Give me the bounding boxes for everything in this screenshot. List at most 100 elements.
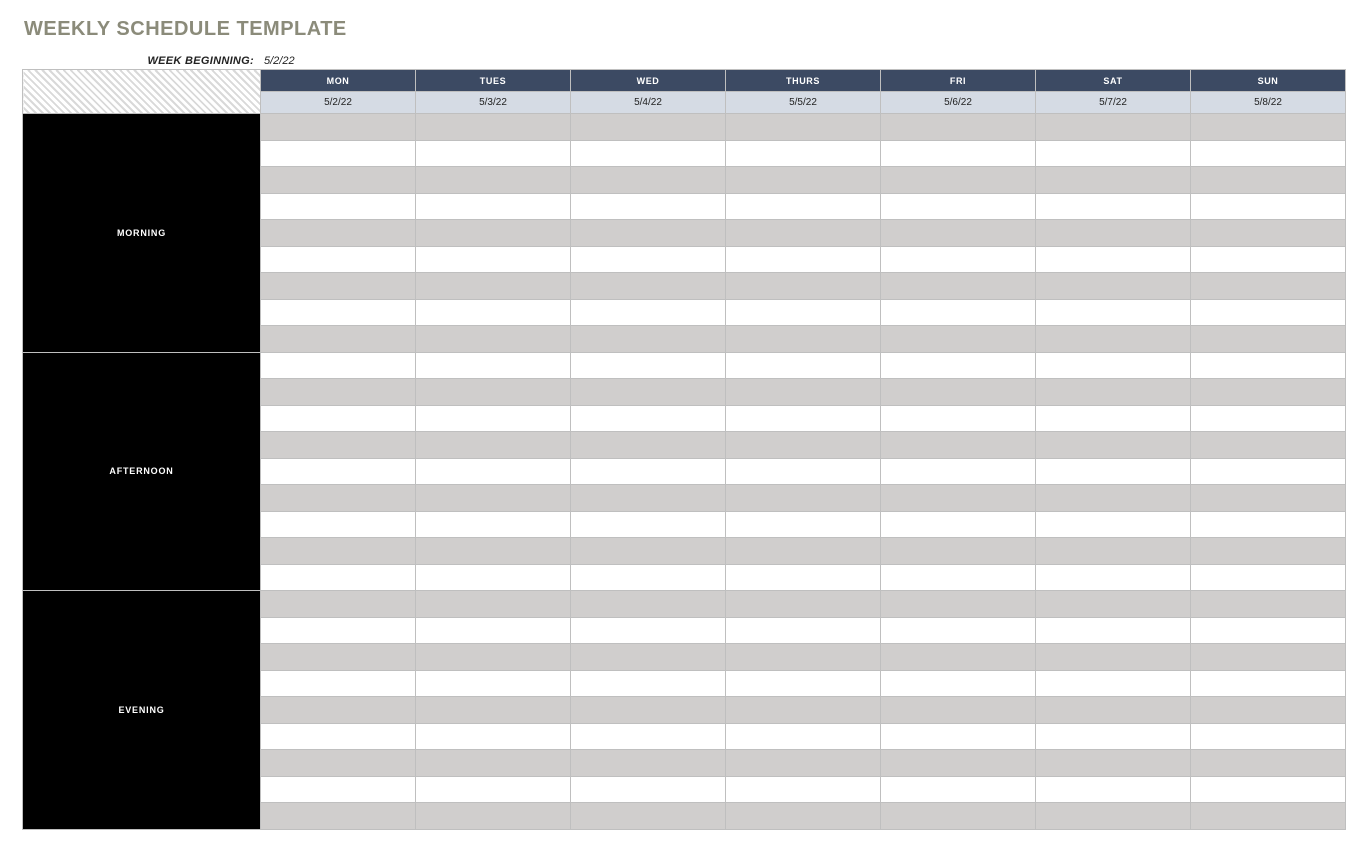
schedule-cell[interactable] xyxy=(261,405,416,432)
schedule-cell[interactable] xyxy=(416,670,571,697)
schedule-cell[interactable] xyxy=(416,114,571,141)
schedule-cell[interactable] xyxy=(261,140,416,167)
schedule-cell[interactable] xyxy=(571,167,726,194)
schedule-cell[interactable] xyxy=(1191,167,1346,194)
schedule-cell[interactable] xyxy=(726,776,881,803)
schedule-cell[interactable] xyxy=(1191,299,1346,326)
schedule-cell[interactable] xyxy=(1191,114,1346,141)
schedule-cell[interactable] xyxy=(881,538,1036,565)
schedule-cell[interactable] xyxy=(416,193,571,220)
schedule-cell[interactable] xyxy=(1191,803,1346,830)
schedule-cell[interactable] xyxy=(416,511,571,538)
schedule-cell[interactable] xyxy=(261,697,416,724)
schedule-cell[interactable] xyxy=(416,564,571,591)
schedule-cell[interactable] xyxy=(726,644,881,671)
schedule-cell[interactable] xyxy=(1191,617,1346,644)
schedule-cell[interactable] xyxy=(1036,273,1191,300)
schedule-cell[interactable] xyxy=(881,167,1036,194)
schedule-cell[interactable] xyxy=(881,432,1036,459)
schedule-cell[interactable] xyxy=(1191,458,1346,485)
schedule-cell[interactable] xyxy=(881,803,1036,830)
schedule-cell[interactable] xyxy=(416,246,571,273)
schedule-cell[interactable] xyxy=(1191,485,1346,512)
schedule-cell[interactable] xyxy=(1036,750,1191,777)
schedule-cell[interactable] xyxy=(416,776,571,803)
schedule-cell[interactable] xyxy=(726,140,881,167)
schedule-cell[interactable] xyxy=(571,114,726,141)
schedule-cell[interactable] xyxy=(416,538,571,565)
schedule-cell[interactable] xyxy=(261,167,416,194)
schedule-cell[interactable] xyxy=(571,538,726,565)
schedule-cell[interactable] xyxy=(416,458,571,485)
schedule-cell[interactable] xyxy=(261,326,416,353)
schedule-cell[interactable] xyxy=(571,511,726,538)
schedule-cell[interactable] xyxy=(416,591,571,618)
schedule-cell[interactable] xyxy=(726,538,881,565)
schedule-cell[interactable] xyxy=(881,193,1036,220)
schedule-cell[interactable] xyxy=(1036,644,1191,671)
schedule-cell[interactable] xyxy=(571,697,726,724)
schedule-cell[interactable] xyxy=(726,511,881,538)
schedule-cell[interactable] xyxy=(1191,670,1346,697)
schedule-cell[interactable] xyxy=(571,140,726,167)
schedule-cell[interactable] xyxy=(1036,776,1191,803)
schedule-cell[interactable] xyxy=(726,167,881,194)
schedule-cell[interactable] xyxy=(726,485,881,512)
schedule-cell[interactable] xyxy=(1036,379,1191,406)
schedule-cell[interactable] xyxy=(726,273,881,300)
schedule-cell[interactable] xyxy=(571,617,726,644)
schedule-cell[interactable] xyxy=(261,193,416,220)
schedule-cell[interactable] xyxy=(571,379,726,406)
schedule-cell[interactable] xyxy=(726,750,881,777)
schedule-cell[interactable] xyxy=(726,458,881,485)
schedule-cell[interactable] xyxy=(261,538,416,565)
schedule-cell[interactable] xyxy=(1036,458,1191,485)
schedule-cell[interactable] xyxy=(1036,405,1191,432)
schedule-cell[interactable] xyxy=(261,220,416,247)
schedule-cell[interactable] xyxy=(261,564,416,591)
schedule-cell[interactable] xyxy=(416,352,571,379)
schedule-cell[interactable] xyxy=(1036,246,1191,273)
schedule-cell[interactable] xyxy=(1191,246,1346,273)
schedule-cell[interactable] xyxy=(261,591,416,618)
schedule-cell[interactable] xyxy=(571,405,726,432)
schedule-cell[interactable] xyxy=(416,140,571,167)
schedule-cell[interactable] xyxy=(726,697,881,724)
schedule-cell[interactable] xyxy=(881,697,1036,724)
schedule-cell[interactable] xyxy=(416,803,571,830)
schedule-cell[interactable] xyxy=(261,114,416,141)
schedule-cell[interactable] xyxy=(1191,220,1346,247)
schedule-cell[interactable] xyxy=(261,617,416,644)
schedule-cell[interactable] xyxy=(416,617,571,644)
schedule-cell[interactable] xyxy=(881,220,1036,247)
schedule-cell[interactable] xyxy=(416,379,571,406)
schedule-cell[interactable] xyxy=(1191,723,1346,750)
schedule-cell[interactable] xyxy=(1191,697,1346,724)
schedule-cell[interactable] xyxy=(1191,750,1346,777)
schedule-cell[interactable] xyxy=(1191,326,1346,353)
schedule-cell[interactable] xyxy=(571,352,726,379)
schedule-cell[interactable] xyxy=(261,246,416,273)
schedule-cell[interactable] xyxy=(1036,299,1191,326)
schedule-cell[interactable] xyxy=(726,193,881,220)
schedule-cell[interactable] xyxy=(1191,564,1346,591)
schedule-cell[interactable] xyxy=(726,379,881,406)
schedule-cell[interactable] xyxy=(571,644,726,671)
schedule-cell[interactable] xyxy=(1191,644,1346,671)
schedule-cell[interactable] xyxy=(571,803,726,830)
schedule-cell[interactable] xyxy=(881,352,1036,379)
schedule-cell[interactable] xyxy=(416,299,571,326)
schedule-cell[interactable] xyxy=(416,697,571,724)
schedule-cell[interactable] xyxy=(416,750,571,777)
schedule-cell[interactable] xyxy=(881,326,1036,353)
schedule-cell[interactable] xyxy=(416,167,571,194)
schedule-cell[interactable] xyxy=(726,564,881,591)
schedule-cell[interactable] xyxy=(261,723,416,750)
schedule-cell[interactable] xyxy=(726,326,881,353)
schedule-cell[interactable] xyxy=(571,220,726,247)
schedule-cell[interactable] xyxy=(1191,776,1346,803)
schedule-cell[interactable] xyxy=(881,405,1036,432)
schedule-cell[interactable] xyxy=(881,246,1036,273)
schedule-cell[interactable] xyxy=(1036,352,1191,379)
schedule-cell[interactable] xyxy=(416,485,571,512)
